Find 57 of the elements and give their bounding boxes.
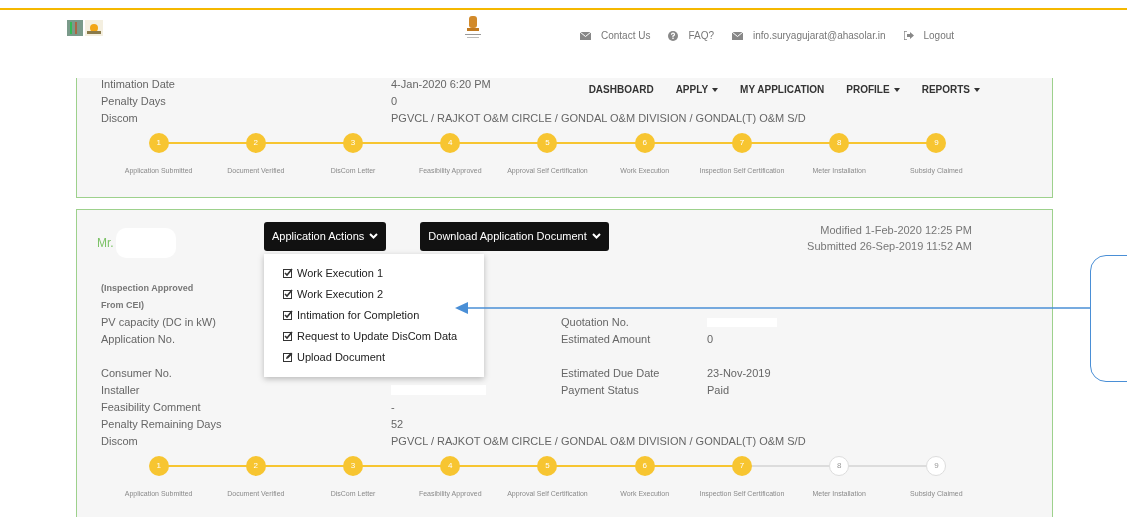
field-value: PGVCL / RAJKOT O&M CIRCLE / GONDAL O&M DIVISION / GONDAL(T) O&M S/D: [391, 434, 806, 447]
field-value: 0: [707, 331, 714, 347]
nav-item[interactable]: REPORTS: [921, 82, 980, 97]
field-label: Intimation Date: [101, 78, 175, 91]
field-label: Feasibility Comment: [101, 400, 201, 413]
envelope-icon: [580, 31, 591, 40]
field-label: Quotation No.: [561, 315, 629, 328]
menu-item[interactable]: Upload Document: [297, 348, 386, 366]
chevron-down-icon: [591, 233, 601, 239]
sun-logo-icon: [85, 20, 103, 36]
nav-item[interactable]: MY APPLICATION: [740, 82, 825, 97]
field-value: -: [391, 400, 395, 413]
chevron-down-icon: [369, 233, 379, 239]
field-value: 23-Nov-2019: [707, 365, 771, 381]
menu-item[interactable]: Intimation for Completion: [297, 306, 420, 324]
nav-item[interactable]: APPLY: [675, 82, 719, 97]
field-label: Discom: [101, 434, 138, 447]
nav-item[interactable]: DASHBOARD: [588, 82, 654, 97]
checkbox-icon: [283, 310, 293, 320]
menu-item[interactable]: Request to Update DisCom Data: [297, 327, 458, 345]
field-label: PV capacity (DC in kW): [101, 315, 216, 328]
checkbox-icon: [283, 331, 293, 341]
menu-item[interactable]: Work Execution 2: [297, 285, 383, 303]
field-label: Estimated Amount: [561, 332, 651, 345]
header-link[interactable]: info.suryagujarat@ahasolar.in: [753, 28, 886, 43]
header-link[interactable]: Logout: [923, 28, 955, 43]
field-label: Installer: [101, 383, 140, 396]
envelope-icon: [732, 31, 744, 40]
modified-date: Modified 1-Feb-2020 12:25 PM: [820, 222, 972, 238]
field-value: 52: [391, 417, 404, 430]
header-link[interactable]: FAQ?: [688, 28, 715, 43]
field-value: 4-Jan-2020 6:20 PM: [391, 77, 491, 93]
applicant-name: Mr.: [97, 234, 114, 252]
logout-icon: [903, 31, 914, 40]
logo-icon: [67, 20, 83, 36]
field-label: Payment Status: [561, 383, 639, 396]
header-link[interactable]: Contact Us: [601, 28, 651, 43]
download-dropdown-button[interactable]: Download Application Document: [420, 221, 609, 251]
status-note: From CEI): [101, 298, 144, 312]
field-label: Estimated Due Date: [561, 366, 660, 379]
submitted-date: Submitted 26-Sep-2019 11:52 AM: [807, 238, 972, 254]
field-label: Discom: [101, 112, 138, 125]
checkbox-icon: [283, 268, 293, 278]
edit-icon: [283, 352, 293, 362]
field-label: Application No.: [101, 332, 175, 345]
help-icon: [668, 30, 679, 41]
field-label: Penalty Days: [101, 95, 166, 108]
nav-item[interactable]: PROFILE: [846, 82, 900, 97]
field-label: Penalty Remaining Days: [101, 417, 222, 430]
checkbox-icon: [283, 289, 293, 299]
menu-item[interactable]: Work Execution 1: [297, 264, 383, 282]
status-note: (Inspection Approved: [101, 281, 194, 295]
actions-dropdown-button[interactable]: Application Actions: [264, 221, 387, 251]
field-value: 0: [391, 94, 398, 110]
field-value: PGVCL / RAJKOT O&M CIRCLE / GONDAL O&M DIVISION / GONDAL(T) O&M S/D: [391, 111, 806, 127]
field-value: Paid: [707, 382, 730, 398]
field-label: Consumer No.: [101, 366, 172, 379]
